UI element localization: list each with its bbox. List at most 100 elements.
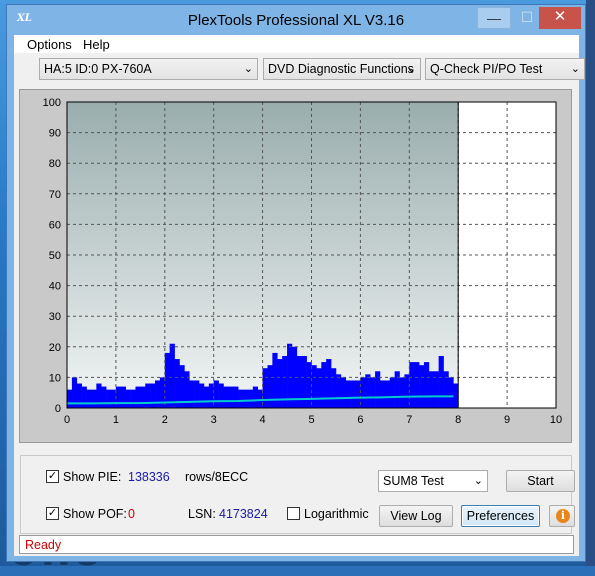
pie-bar bbox=[130, 389, 136, 408]
x-tick-label: 4 bbox=[260, 414, 266, 426]
pie-bar bbox=[223, 386, 229, 408]
pie-bar bbox=[311, 365, 317, 408]
pie-unit: rows/8ECC bbox=[185, 470, 249, 484]
status-bar: Ready bbox=[19, 535, 574, 554]
pi-chart-frame: 0 10 20 30 40 50 60 70 80 90 100 0 1 2 3 4 5 6 7 8 9 10 bbox=[19, 89, 572, 443]
client-area: Options Help HA:5 ID:0 PX-760A ⌄ DVD Dia… bbox=[14, 35, 585, 556]
x-tick-label: 2 bbox=[162, 414, 168, 426]
test-select[interactable]: Q-Check PI/PO Test ⌄ bbox=[425, 58, 585, 80]
title-bar[interactable]: XL PlexTools Professional XL V3.16 — ☐ ✕ bbox=[7, 5, 585, 35]
y-tick-label: 40 bbox=[49, 281, 61, 293]
pie-bar bbox=[125, 389, 131, 408]
sum-test-select[interactable]: SUM8 Test ⌄ bbox=[378, 470, 488, 492]
pie-bar bbox=[115, 386, 122, 408]
pie-bar bbox=[384, 380, 391, 408]
pie-bar bbox=[360, 377, 366, 408]
chevron-down-icon: ⌄ bbox=[473, 475, 483, 487]
pie-bar bbox=[433, 371, 439, 408]
pie-bar bbox=[101, 386, 107, 408]
pie-bar bbox=[399, 377, 405, 408]
show-pie-checkbox[interactable]: ✓ bbox=[46, 470, 59, 483]
preferences-button[interactable]: Preferences bbox=[461, 505, 540, 527]
y-tick-label: 90 bbox=[49, 128, 61, 140]
pie-bar bbox=[301, 355, 307, 408]
pie-bar bbox=[438, 355, 444, 408]
desktop-edge bbox=[586, 0, 595, 566]
pie-bar bbox=[389, 377, 395, 408]
drive-select[interactable]: HA:5 ID:0 PX-760A ⌄ bbox=[39, 58, 258, 80]
function-select[interactable]: DVD Diagnostic Functions ⌄ bbox=[263, 58, 421, 80]
y-tick-label: 70 bbox=[49, 189, 61, 201]
drive-select-value: HA:5 ID:0 PX-760A bbox=[44, 62, 152, 76]
start-button[interactable]: Start bbox=[506, 470, 575, 492]
view-log-button[interactable]: View Log bbox=[379, 505, 453, 527]
pie-bar bbox=[145, 383, 151, 408]
pie-bar bbox=[414, 362, 420, 408]
x-tick-label: 7 bbox=[406, 414, 412, 426]
show-pie-label: Show PIE: bbox=[63, 470, 122, 484]
pie-bar bbox=[247, 389, 254, 408]
close-button[interactable]: ✕ bbox=[539, 7, 581, 29]
pie-bar bbox=[233, 386, 239, 408]
pie-bar bbox=[365, 374, 371, 408]
pie-bar bbox=[252, 386, 259, 408]
pie-bar bbox=[194, 380, 200, 408]
pie-bar bbox=[379, 380, 386, 408]
pie-bar bbox=[243, 389, 249, 408]
info-button[interactable]: i bbox=[549, 505, 575, 527]
x-tick-label: 5 bbox=[308, 414, 314, 426]
function-select-value: DVD Diagnostic Functions bbox=[268, 62, 414, 76]
pie-bar bbox=[150, 383, 156, 408]
pie-bar bbox=[296, 355, 303, 408]
chevron-down-icon: ⌄ bbox=[406, 63, 416, 75]
pie-bar bbox=[345, 380, 351, 408]
y-tick-label: 50 bbox=[49, 250, 61, 262]
pie-bar bbox=[213, 380, 219, 408]
chevron-down-icon: ⌄ bbox=[243, 63, 253, 75]
info-icon: i bbox=[556, 509, 570, 523]
chevron-down-icon: ⌄ bbox=[570, 63, 580, 75]
pie-bar bbox=[448, 377, 454, 408]
pie-bar bbox=[419, 365, 425, 408]
pie-bar bbox=[370, 377, 376, 408]
pie-bar bbox=[335, 374, 342, 408]
pie-bar bbox=[203, 386, 210, 408]
menu-help[interactable]: Help bbox=[83, 37, 110, 52]
pie-bar bbox=[199, 383, 205, 408]
pie-bar bbox=[316, 368, 322, 408]
pie-bar bbox=[67, 389, 73, 408]
pie-bar bbox=[238, 389, 244, 408]
menu-options[interactable]: Options bbox=[27, 37, 72, 52]
maximize-button[interactable]: ☐ bbox=[513, 7, 541, 29]
x-tick-label: 8 bbox=[455, 414, 461, 426]
show-pof-label: Show POF: bbox=[63, 507, 127, 521]
pie-bar bbox=[189, 380, 195, 408]
pie-bar bbox=[91, 389, 97, 408]
pie-bar bbox=[218, 383, 224, 408]
pie-bar bbox=[331, 368, 337, 408]
y-tick-label: 60 bbox=[49, 219, 61, 231]
sum-test-value: SUM8 Test bbox=[383, 474, 444, 488]
show-pof-checkbox[interactable]: ✓ bbox=[46, 507, 59, 520]
logarithmic-label: Logarithmic bbox=[304, 507, 369, 521]
x-tick-label: 0 bbox=[64, 414, 70, 426]
pie-bar bbox=[140, 386, 146, 408]
logarithmic-checkbox[interactable] bbox=[287, 507, 300, 520]
y-tick-label: 20 bbox=[49, 342, 61, 354]
pie-bar bbox=[169, 343, 175, 408]
x-tick-label: 1 bbox=[113, 414, 119, 426]
lsn-label: LSN: bbox=[188, 507, 216, 521]
pie-bar bbox=[423, 362, 430, 408]
y-tick-label: 100 bbox=[43, 97, 61, 109]
pie-bar bbox=[375, 371, 381, 408]
y-tick-label: 80 bbox=[49, 158, 61, 170]
pie-bar bbox=[267, 365, 273, 408]
pie-bar bbox=[443, 371, 449, 408]
x-tick-label: 10 bbox=[550, 414, 562, 426]
app-window: XL PlexTools Professional XL V3.16 — ☐ ✕… bbox=[6, 4, 586, 562]
minimize-button[interactable]: — bbox=[477, 7, 511, 29]
pie-bar bbox=[174, 359, 180, 408]
pie-value: 138336 bbox=[128, 470, 170, 484]
pof-value: 0 bbox=[128, 507, 135, 521]
pie-bar bbox=[155, 380, 161, 408]
